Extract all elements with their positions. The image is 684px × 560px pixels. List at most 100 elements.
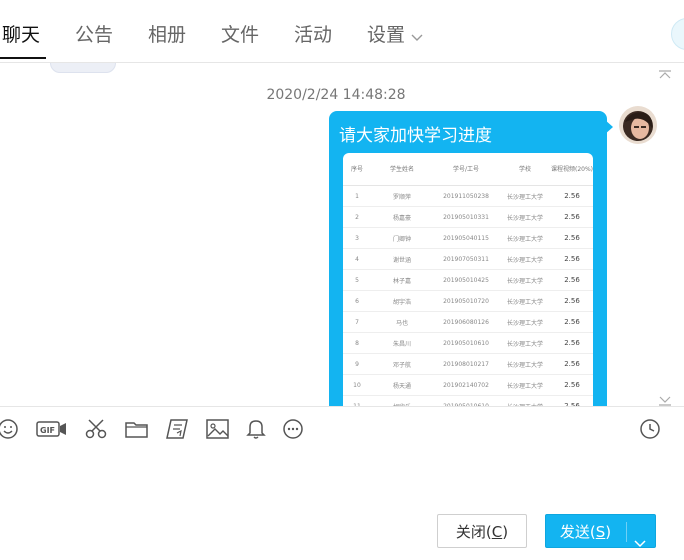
table-cell: 长沙理工大学: [499, 332, 551, 354]
message-bubble[interactable]: 请大家加快学习进度 序号 学生姓名 学号/工号 学校 课程视频(20%) 1 罗顺…: [329, 111, 607, 406]
table-cell: 2.56: [551, 374, 593, 396]
tab-announcement[interactable]: 公告: [75, 22, 113, 48]
table-header: 学号/工号: [433, 153, 499, 186]
table-cell: 长沙理工大学: [499, 290, 551, 312]
table-cell: 长沙理工大学: [499, 206, 551, 228]
sticker-icon[interactable]: [165, 417, 191, 441]
table-cell: 201906080126: [433, 311, 499, 333]
send-options-chevron-icon[interactable]: [634, 526, 646, 560]
table-row: 7 马也 201906080126 长沙理工大学 2.56: [343, 311, 593, 333]
table-header: 学生姓名: [371, 153, 433, 186]
table-cell: 201905010425: [433, 269, 499, 291]
close-button-label: 关闭(: [455, 523, 492, 541]
table-cell: 201905010610: [433, 395, 499, 406]
table-cell: 长沙理工大学: [499, 269, 551, 291]
emoji-icon[interactable]: [0, 417, 22, 441]
table-row: 2 杨嘉豪 201905010331 长沙理工大学 2.56: [343, 206, 593, 228]
table-cell: 7: [343, 311, 371, 333]
tab-files[interactable]: 文件: [221, 22, 259, 48]
table-cell: 长沙理工大学: [499, 311, 551, 333]
table-cell: 201905010720: [433, 290, 499, 312]
table-cell: 10: [343, 374, 371, 396]
table-header: 序号: [343, 153, 371, 186]
input-toolbar: GIF: [0, 406, 684, 451]
message-input[interactable]: [0, 450, 684, 510]
table-header: 课程视频(20%): [551, 153, 593, 186]
close-shortcut-key: C: [491, 523, 503, 541]
table-cell: 胡欣乐: [371, 395, 433, 406]
history-clock-icon[interactable]: [637, 417, 663, 441]
previous-message-bubble: [50, 63, 116, 73]
table-cell: 2.56: [551, 227, 593, 249]
table-cell: 杨嘉豪: [371, 206, 433, 228]
table-cell: 201908010217: [433, 353, 499, 375]
close-button-label-end: ): [502, 523, 509, 541]
table-cell: 2.56: [551, 353, 593, 375]
table-cell: 胡宇浩: [371, 290, 433, 312]
message-image-table[interactable]: 序号 学生姓名 学号/工号 学校 课程视频(20%) 1 罗顺萍 201911050…: [343, 153, 593, 406]
scroll-up-icon[interactable]: [658, 65, 672, 79]
table-cell: 谢世涵: [371, 248, 433, 270]
table-cell: 门卿钟: [371, 227, 433, 249]
table-cell: 9: [343, 353, 371, 375]
table-cell: 长沙理工大学: [499, 185, 551, 207]
table-cell: 11: [343, 395, 371, 406]
table-row: 3 门卿钟 201905040115 长沙理工大学 2.56: [343, 227, 593, 249]
table-cell: 6: [343, 290, 371, 312]
progress-table: 序号 学生姓名 学号/工号 学校 课程视频(20%) 1 罗顺萍 201911050…: [343, 153, 593, 406]
table-cell: 2.56: [551, 248, 593, 270]
table-cell: 长沙理工大学: [499, 248, 551, 270]
table-row: 5 林子嘉 201905010425 长沙理工大学 2.56: [343, 269, 593, 291]
table-cell: 4: [343, 248, 371, 270]
table-cell: 2.56: [551, 185, 593, 207]
table-header: 学校: [499, 153, 551, 186]
top-tab-bar: 聊天 公告 相册 文件 活动 设置: [0, 0, 684, 63]
table-cell: 马也: [371, 311, 433, 333]
scissors-icon[interactable]: [83, 417, 109, 441]
send-divider: [626, 522, 627, 542]
image-icon[interactable]: [205, 417, 231, 441]
table-cell: 201905010331: [433, 206, 499, 228]
send-button-label: 发送(S): [559, 523, 612, 541]
chat-message-area[interactable]: 2020/2/24 14:48:28 请大家加快学习进度 序号 学生姓名 学号/…: [0, 63, 684, 406]
tab-chat[interactable]: 聊天: [2, 22, 40, 48]
table-cell: 长沙理工大学: [499, 395, 551, 406]
bubble-tail: [604, 119, 613, 135]
table-cell: 201905040115: [433, 227, 499, 249]
table-cell: 2.56: [551, 290, 593, 312]
table-cell: 长沙理工大学: [499, 227, 551, 249]
table-cell: 2.56: [551, 332, 593, 354]
table-cell: 2.56: [551, 395, 593, 406]
table-cell: 邓子航: [371, 353, 433, 375]
table-cell: 朱昌川: [371, 332, 433, 354]
tab-activity[interactable]: 活动: [294, 22, 332, 48]
close-button[interactable]: 关闭(C): [437, 514, 527, 548]
table-row: 6 胡宇浩 201905010720 长沙理工大学 2.56: [343, 290, 593, 312]
message-text: 请大家加快学习进度: [339, 126, 492, 146]
table-cell: 201911050238: [433, 185, 499, 207]
table-cell: 杨天通: [371, 374, 433, 396]
table-cell: 201905010610: [433, 332, 499, 354]
table-cell: 长沙理工大学: [499, 374, 551, 396]
folder-icon[interactable]: [124, 417, 150, 441]
table-cell: 长沙理工大学: [499, 353, 551, 375]
table-cell: 1: [343, 185, 371, 207]
send-button[interactable]: 发送(S): [545, 514, 656, 548]
svg-text:GIF: GIF: [40, 426, 55, 435]
bell-icon[interactable]: [243, 417, 269, 441]
table-cell: 2.56: [551, 311, 593, 333]
tab-settings[interactable]: 设置: [367, 22, 423, 49]
panel-toggle-circle[interactable]: [671, 18, 684, 50]
message-timestamp: 2020/2/24 14:48:28: [266, 87, 406, 103]
table-row: 11胡欣乐201905010610长沙理工大学2.56: [343, 395, 593, 406]
table-cell: 2.56: [551, 206, 593, 228]
gif-icon[interactable]: GIF: [36, 417, 68, 441]
tab-album[interactable]: 相册: [148, 22, 186, 48]
more-icon[interactable]: [281, 417, 307, 441]
table-row: 10 杨天通 201902140702 长沙理工大学 2.56: [343, 374, 593, 396]
table-cell: 3: [343, 227, 371, 249]
avatar[interactable]: [619, 106, 657, 144]
scroll-down-icon[interactable]: [658, 391, 672, 406]
tab-settings-label: 设置: [367, 24, 406, 46]
table-cell: 5: [343, 269, 371, 291]
